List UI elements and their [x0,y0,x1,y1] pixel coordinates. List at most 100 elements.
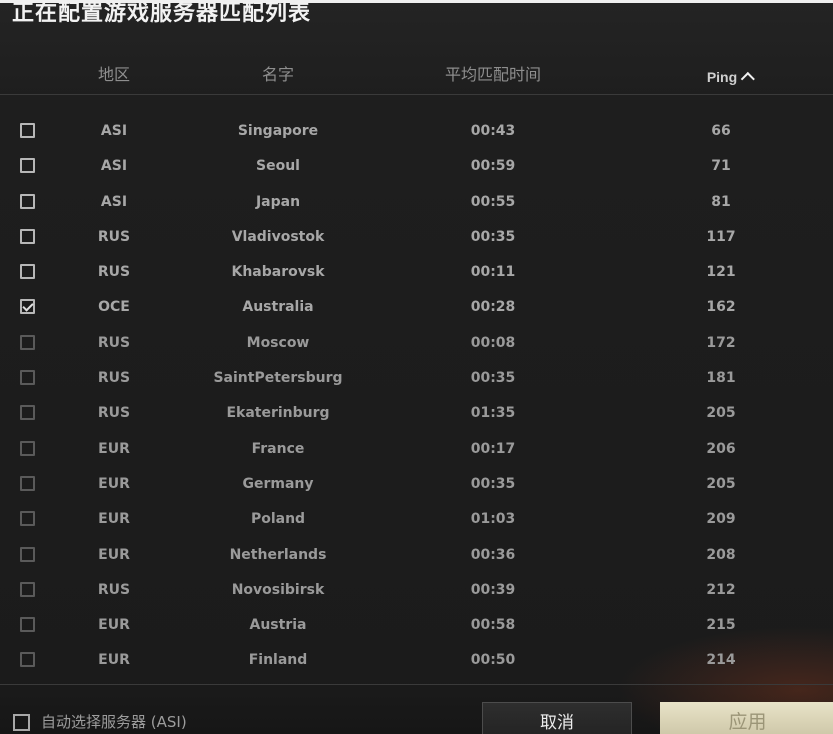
server-region: EUR [98,440,130,457]
server-region: EUR [98,652,130,669]
header-ping-sort[interactable]: Ping [707,66,756,88]
server-ping: 214 [706,652,736,669]
server-row[interactable]: OCE Australia 00:28 162 [0,290,833,325]
server-row[interactable]: RUS Moscow 00:08 172 [0,326,833,361]
server-list: ASI Singapore 00:43 66 ASI Seoul 00:59 71 ASI Jap… [0,114,833,679]
server-row[interactable]: EUR Germany 00:35 205 [0,467,833,502]
cancel-button[interactable]: 取消 [482,702,632,734]
server-avg-time: 00:55 [470,193,516,210]
header-region[interactable]: 地区 [98,64,130,86]
server-region: OCE [98,299,130,316]
server-row[interactable]: RUS Ekaterinburg 01:35 205 [0,396,833,431]
server-ping: 205 [706,405,736,422]
server-region: ASI [100,193,128,210]
server-name: Poland [250,511,306,528]
server-match-dialog: 正在配置游戏服务器匹配列表 地区 名字 平均匹配时间 Ping ASI Singa… [0,0,833,734]
server-region: EUR [98,617,130,634]
server-name: Australia [242,299,314,316]
server-name: Novosibirsk [231,581,325,598]
server-avg-time: 00:35 [470,228,516,245]
server-row[interactable]: EUR France 00:17 206 [0,432,833,467]
server-checkbox[interactable] [20,370,35,386]
server-region: EUR [98,546,130,563]
server-name: Japan [255,193,301,210]
server-checkbox[interactable] [20,264,35,280]
server-avg-time: 00:11 [470,264,516,281]
auto-select-label: 自动选择服务器 (ASI) [41,713,187,731]
server-row[interactable]: ASI Japan 00:55 81 [0,185,833,220]
server-checkbox[interactable] [20,334,35,350]
server-name: Ekaterinburg [226,405,330,422]
server-region: RUS [97,228,131,245]
server-row[interactable]: EUR Austria 00:58 215 [0,608,833,643]
server-name: Germany [242,475,314,492]
server-checkbox[interactable] [20,475,35,491]
server-checkbox[interactable] [20,228,35,244]
server-avg-time: 00:36 [470,546,516,563]
server-ping: 206 [706,440,736,457]
server-region: ASI [100,123,128,139]
server-ping: 162 [706,299,736,316]
server-avg-time: 00:58 [470,617,516,634]
footer-divider [0,684,833,685]
server-checkbox[interactable] [20,123,35,138]
server-ping: 205 [706,475,736,492]
server-avg-time: 00:35 [470,475,516,492]
auto-select-checkbox[interactable] [13,714,30,731]
server-checkbox[interactable] [20,158,35,174]
server-checkbox[interactable] [20,546,35,562]
server-region: RUS [97,264,131,281]
server-avg-time: 00:39 [470,581,516,598]
server-name: Moscow [246,334,310,351]
server-name: Netherlands [229,546,327,563]
server-region: ASI [100,158,128,175]
server-avg-time: 01:35 [470,405,516,422]
server-ping: 215 [706,617,736,634]
server-row[interactable]: EUR Finland 00:50 214 [0,643,833,678]
server-name: Vladivostok [231,228,325,245]
server-avg-time: 01:03 [470,511,516,528]
server-ping: 181 [706,370,736,387]
apply-button[interactable]: 应用 [660,702,833,734]
server-region: RUS [97,370,131,387]
server-checkbox[interactable] [20,440,35,456]
server-ping: 208 [706,546,736,563]
server-avg-time: 00:50 [470,652,516,669]
server-checkbox[interactable] [20,193,35,209]
server-avg-time: 00:35 [470,370,516,387]
server-name: France [251,440,305,457]
server-row[interactable]: RUS Novosibirsk 00:39 212 [0,573,833,608]
server-row[interactable]: ASI Seoul 00:59 71 [0,149,833,184]
server-avg-time: 00:28 [470,299,516,316]
server-row[interactable]: EUR Netherlands 00:36 208 [0,538,833,573]
server-avg-time: 00:43 [470,123,516,139]
header-name[interactable]: 名字 [262,64,294,86]
server-checkbox-checked[interactable] [20,299,35,315]
server-checkbox[interactable] [20,511,35,527]
server-region: RUS [97,581,131,598]
dialog-title: 正在配置游戏服务器匹配列表 [12,1,312,26]
server-checkbox[interactable] [20,581,35,597]
server-checkbox[interactable] [20,652,35,668]
server-checkbox[interactable] [20,405,35,421]
server-region: RUS [97,405,131,422]
server-region: RUS [97,334,131,351]
server-name: Khabarovsk [231,264,325,281]
server-avg-time: 00:17 [470,440,516,457]
table-header: 地区 名字 平均匹配时间 Ping [0,58,833,95]
server-ping: 117 [706,228,736,245]
server-row[interactable]: EUR Poland 01:03 209 [0,502,833,537]
server-row[interactable]: ASI Singapore 00:43 66 [0,114,833,149]
server-name: Austria [249,617,307,634]
header-avg-time[interactable]: 平均匹配时间 [445,64,541,86]
server-region: EUR [98,475,130,492]
server-checkbox[interactable] [20,617,35,633]
server-avg-time: 00:08 [470,334,516,351]
server-ping: 212 [706,581,736,598]
server-row[interactable]: RUS Vladivostok 00:35 117 [0,220,833,255]
server-row[interactable]: RUS Khabarovsk 00:11 121 [0,255,833,290]
server-name: Seoul [256,158,300,175]
server-row[interactable]: RUS SaintPetersburg 00:35 181 [0,361,833,396]
server-ping: 66 [711,123,731,139]
server-name: SaintPetersburg [213,370,343,387]
